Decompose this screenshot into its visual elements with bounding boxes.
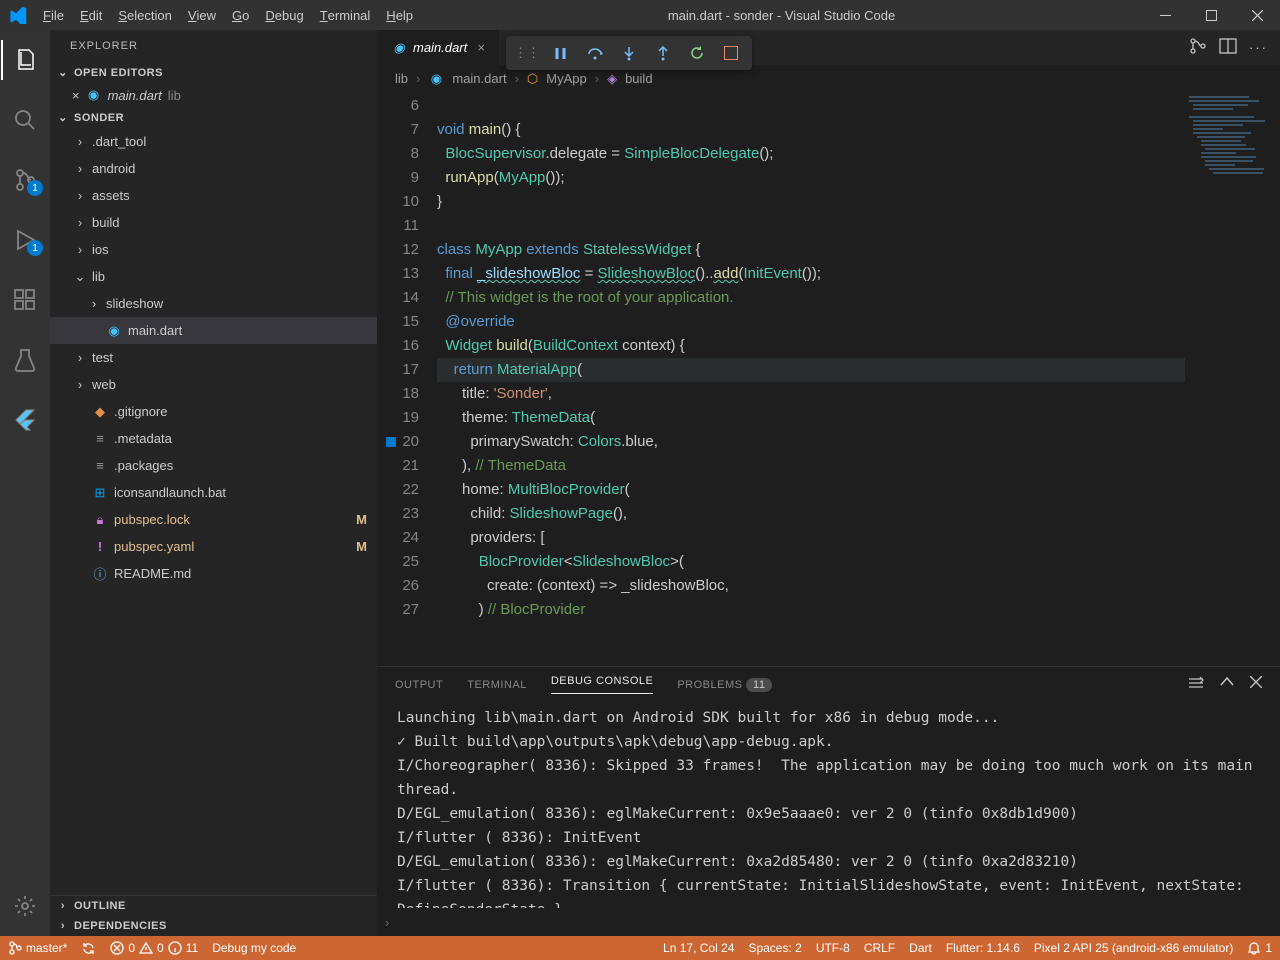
line-number-gutter[interactable]: 6789101112131415161718192021222324252627 xyxy=(377,92,437,666)
code-editor[interactable]: void main() { BlocSupervisor.delegate = … xyxy=(437,92,1185,666)
breakpoint-icon[interactable] xyxy=(386,437,396,447)
clear-console-icon[interactable] xyxy=(1188,676,1204,693)
debug-step-into-button[interactable] xyxy=(614,38,644,68)
debug-step-over-button[interactable] xyxy=(580,38,610,68)
menu-view[interactable]: View xyxy=(180,0,224,30)
menu-help[interactable]: Help xyxy=(378,0,421,30)
tree-item--dart_tool[interactable]: ›.dart_tool xyxy=(50,128,377,155)
status-encoding[interactable]: UTF-8 xyxy=(816,941,850,955)
status-indent[interactable]: Spaces: 2 xyxy=(748,941,801,955)
activity-source-control[interactable]: 1 xyxy=(1,160,49,200)
open-editors-section[interactable]: ⌄OPEN EDITORS xyxy=(50,62,377,83)
tree-item-test[interactable]: ›test xyxy=(50,344,377,371)
menu-go[interactable]: Go xyxy=(224,0,257,30)
title-bar: FileEditSelectionViewGoDebugTerminalHelp… xyxy=(0,0,1280,30)
tree-item-web[interactable]: ›web xyxy=(50,371,377,398)
status-problems[interactable]: 0 0 11 xyxy=(110,941,198,955)
tree-item-slideshow[interactable]: ›slideshow xyxy=(50,290,377,317)
debug-drag-handle-icon[interactable]: ⋮⋮ xyxy=(512,38,542,68)
tab-close-icon[interactable]: × xyxy=(477,40,485,55)
debug-badge: 1 xyxy=(27,240,43,256)
tree-item-main-dart[interactable]: ◉main.dart xyxy=(50,317,377,344)
panel-tab-output[interactable]: OUTPUT xyxy=(395,679,443,691)
scm-badge: 1 xyxy=(27,180,43,196)
panel-tab-debug-console[interactable]: DEBUG CONSOLE xyxy=(551,675,653,694)
status-branch[interactable]: master* xyxy=(8,941,67,955)
menu-file[interactable]: File xyxy=(35,0,72,30)
close-icon[interactable]: × xyxy=(72,88,80,103)
tree-item-ios[interactable]: ›ios xyxy=(50,236,377,263)
activity-search[interactable] xyxy=(1,100,49,140)
debug-console-input[interactable]: › xyxy=(377,908,1280,936)
menu-edit[interactable]: Edit xyxy=(72,0,110,30)
panel-tab-problems[interactable]: PROBLEMS 11 xyxy=(677,679,772,691)
panel-tab-terminal[interactable]: TERMINAL xyxy=(467,679,527,691)
tree-item-pubspec-yaml[interactable]: !pubspec.yamlM xyxy=(50,533,377,560)
debug-stop-button[interactable] xyxy=(716,38,746,68)
window-title: main.dart - sonder - Visual Studio Code xyxy=(421,8,1142,23)
activity-bar: 1 1 xyxy=(0,30,50,936)
activity-flutter[interactable] xyxy=(1,400,49,440)
status-device[interactable]: Pixel 2 API 25 (android-x86 emulator) xyxy=(1034,941,1233,955)
activity-debug[interactable]: 1 xyxy=(1,220,49,260)
class-icon: ⬡ xyxy=(527,71,538,87)
tree-item--metadata[interactable]: ≡.metadata xyxy=(50,425,377,452)
status-eol[interactable]: CRLF xyxy=(864,941,895,955)
tree-item-iconsandlaunch-bat[interactable]: ⊞iconsandlaunch.bat xyxy=(50,479,377,506)
editor-tab-main[interactable]: ◉ main.dart × xyxy=(377,30,500,65)
tree-item-pubspec-lock[interactable]: 🔒︎pubspec.lockM xyxy=(50,506,377,533)
menu-debug[interactable]: Debug xyxy=(257,0,311,30)
dart-file-icon: ◉ xyxy=(428,71,444,87)
more-actions-icon[interactable]: ··· xyxy=(1249,40,1268,55)
status-bar: master* 0 0 11 Debug my code Ln 17, Col … xyxy=(0,936,1280,960)
status-sync[interactable] xyxy=(81,941,96,956)
dependencies-section[interactable]: ›DEPENDENCIES xyxy=(50,916,377,936)
tree-item-README-md[interactable]: ⓘREADME.md xyxy=(50,560,377,587)
debug-pause-button[interactable] xyxy=(546,38,576,68)
minimap[interactable] xyxy=(1185,92,1280,666)
project-section[interactable]: ⌄SONDER xyxy=(50,107,377,128)
tree-item-assets[interactable]: ›assets xyxy=(50,182,377,209)
debug-restart-button[interactable] xyxy=(682,38,712,68)
panel-close-icon[interactable] xyxy=(1250,676,1262,693)
dart-file-icon: ◉ xyxy=(391,40,407,56)
vscode-logo-icon xyxy=(0,6,35,24)
compare-changes-icon[interactable] xyxy=(1189,37,1207,58)
sidebar-title: EXPLORER xyxy=(50,30,377,62)
activity-explorer[interactable] xyxy=(1,40,49,80)
maximize-button[interactable] xyxy=(1188,0,1234,30)
debug-console-output[interactable]: Launching lib\main.dart on Android SDK b… xyxy=(377,702,1280,908)
activity-test[interactable] xyxy=(1,340,49,380)
status-flutter[interactable]: Flutter: 1.14.6 xyxy=(946,941,1020,955)
file-tree: ›.dart_tool›android›assets›build›ios⌄lib… xyxy=(50,128,377,895)
tree-item-lib[interactable]: ⌄lib xyxy=(50,263,377,290)
status-cursor[interactable]: Ln 17, Col 24 xyxy=(663,941,734,955)
status-debug-target[interactable]: Debug my code xyxy=(212,941,296,955)
explorer-sidebar: EXPLORER ⌄OPEN EDITORS × ◉ main.dart lib… xyxy=(50,30,377,936)
close-button[interactable] xyxy=(1234,0,1280,30)
bottom-panel: OUTPUT TERMINAL DEBUG CONSOLE PROBLEMS 1… xyxy=(377,666,1280,936)
tree-item--packages[interactable]: ≡.packages xyxy=(50,452,377,479)
activity-settings[interactable] xyxy=(1,886,49,926)
debug-toolbar: ⋮⋮ xyxy=(506,36,752,70)
method-icon: ◈ xyxy=(607,71,617,87)
outline-section[interactable]: ›OUTLINE xyxy=(50,895,377,916)
activity-extensions[interactable] xyxy=(1,280,49,320)
split-editor-icon[interactable] xyxy=(1219,38,1237,57)
status-notifications[interactable]: 1 xyxy=(1247,941,1272,955)
tree-item-build[interactable]: ›build xyxy=(50,209,377,236)
menu-selection[interactable]: Selection xyxy=(110,0,179,30)
open-editor-item[interactable]: × ◉ main.dart lib xyxy=(50,83,377,107)
editor-area: ◉ main.dart × ··· lib› ◉main.dart› ⬡MyAp… xyxy=(377,30,1280,936)
dart-file-icon: ◉ xyxy=(86,87,102,103)
status-language[interactable]: Dart xyxy=(909,941,932,955)
minimize-button[interactable] xyxy=(1142,0,1188,30)
panel-maximize-icon[interactable] xyxy=(1220,676,1234,693)
tree-item--gitignore[interactable]: ◆.gitignore xyxy=(50,398,377,425)
menu-terminal[interactable]: Terminal xyxy=(312,0,379,30)
tree-item-android[interactable]: ›android xyxy=(50,155,377,182)
debug-step-out-button[interactable] xyxy=(648,38,678,68)
